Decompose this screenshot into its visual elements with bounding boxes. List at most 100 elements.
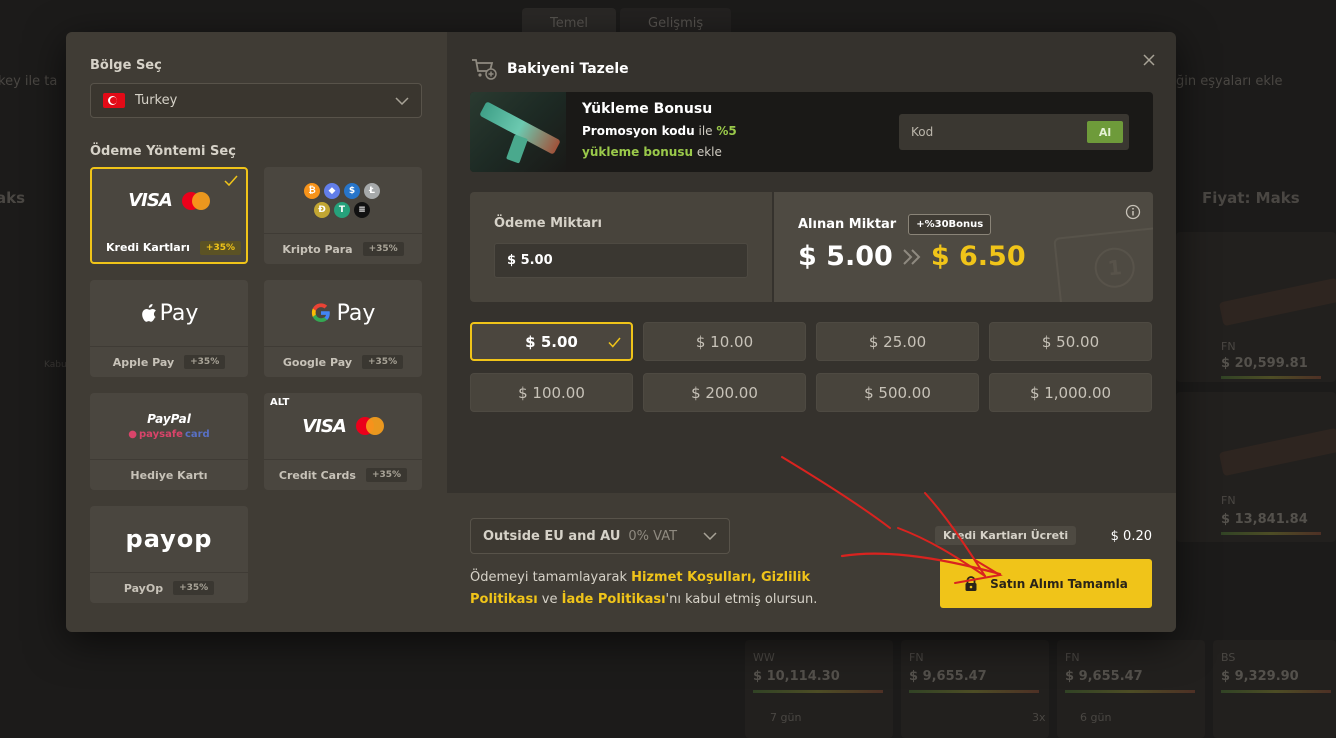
paypal-paysafecard-logo: PayPal ● paysafe card: [90, 393, 248, 459]
method-label: Ödeme Yöntemi Seç: [90, 144, 236, 159]
preset-amount-button[interactable]: $ 50.00: [989, 322, 1152, 361]
crypto-logos: ₿ ◆ $ Ł Ð T ≡: [264, 167, 422, 233]
wear-bar: [1221, 532, 1321, 535]
usdc-icon: $: [344, 182, 360, 199]
preset-amount-label: $ 100.00: [518, 383, 585, 402]
info-icon[interactable]: [1125, 204, 1141, 220]
method-name: PayOp: [123, 581, 164, 595]
method-credit-cards[interactable]: VISA Kredi Kartları +35%: [90, 167, 248, 264]
paysafe-text: paysafe: [139, 429, 183, 440]
fee-value: $ 0.20: [1110, 529, 1152, 544]
tether-icon: T: [334, 201, 350, 218]
item-price: $ 9,329.90: [1221, 669, 1299, 684]
paysafecard-logo: ● paysafe card: [128, 429, 210, 440]
preset-amount-label: $ 1,000.00: [1029, 383, 1112, 402]
ethereum-icon: ◆: [324, 182, 340, 199]
promo-code-box: Al: [899, 114, 1129, 150]
method-google-pay[interactable]: Pay Google Pay +35%: [264, 280, 422, 377]
vat-region-select[interactable]: Outside EU and AU 0% VAT: [470, 518, 730, 554]
promo-code-text: Promosyon kodu: [582, 124, 695, 138]
apply-code-button[interactable]: Al: [1087, 121, 1123, 143]
preset-amount-button[interactable]: $ 200.00: [643, 373, 806, 412]
item-wear: FN: [1221, 494, 1236, 507]
amount-from: $ 5.00: [798, 241, 893, 272]
visa-mastercard-logo: VISA: [264, 393, 422, 459]
purchase-label: Satın Alımı Tamamla: [990, 576, 1128, 591]
bonus-badge: +35%: [173, 581, 215, 595]
item-wear: FN: [1065, 651, 1080, 664]
bonus-badge: +35%: [199, 240, 241, 255]
method-name: Apple Pay: [112, 355, 175, 369]
terms-and: ve: [537, 592, 562, 607]
background-sort-left: aks: [0, 189, 26, 207]
money-bill-icon: [1053, 226, 1153, 302]
method-gift-card[interactable]: PayPal ● paysafe card Hediye Kartı: [90, 393, 248, 490]
wear-bar: [1221, 376, 1321, 379]
received-amount-box: Alınan Miktar +%30Bonus $ 5.00 $ 6.50: [774, 192, 1153, 302]
solana-icon: ≡: [354, 201, 370, 218]
visa-logo: VISA: [128, 190, 173, 212]
item-wear: FN: [1221, 340, 1236, 353]
preset-amount-button[interactable]: $ 10.00: [643, 322, 806, 361]
item-wear: FN: [909, 651, 924, 664]
preset-amount-label: $ 10.00: [695, 332, 754, 351]
modal-header: Bakiyeni Tazele: [471, 58, 629, 80]
google-pay-logo: Pay: [264, 280, 422, 346]
preset-amount-button[interactable]: $ 1,000.00: [989, 373, 1152, 412]
complete-purchase-button[interactable]: Satın Alımı Tamamla: [940, 559, 1152, 608]
item-price: $ 9,655.47: [909, 669, 987, 684]
litecoin-icon: Ł: [364, 182, 380, 199]
background-left-text: key ile ta: [0, 74, 58, 89]
method-alt-credit-cards[interactable]: ALT VISA Credit Cards +35%: [264, 393, 422, 490]
item-price: $ 20,599.81: [1221, 356, 1308, 371]
wear-bar: [753, 690, 883, 693]
preset-amount-button[interactable]: $ 25.00: [816, 322, 979, 361]
wear-bar: [909, 690, 1039, 693]
item-price: $ 13,841.84: [1221, 512, 1308, 527]
modal-title: Bakiyeni Tazele: [507, 61, 629, 77]
refund-policy-link[interactable]: İade Politikası: [562, 592, 666, 607]
wear-bar: [1221, 690, 1331, 693]
preset-amount-button[interactable]: $ 500.00: [816, 373, 979, 412]
payment-method-panel: Bölge Seç Turkey Ödeme Yöntemi Seç VISA …: [66, 32, 447, 632]
region-label: Bölge Seç: [90, 58, 162, 73]
preset-amount-button[interactable]: $ 100.00: [470, 373, 633, 412]
turkey-flag-icon: [103, 93, 125, 108]
bitcoin-icon: ₿: [304, 182, 320, 199]
promo-code-input[interactable]: [911, 125, 1087, 139]
apple-pay-logo: Pay: [90, 280, 248, 346]
item-price: $ 9,655.47: [1065, 669, 1143, 684]
promo-bonus-text: yükleme bonusu: [582, 145, 694, 159]
cart-add-icon: [472, 59, 497, 80]
preset-amount-label: $ 200.00: [691, 383, 758, 402]
method-apple-pay[interactable]: Pay Apple Pay +35%: [90, 280, 248, 377]
background-sort-price[interactable]: Fiyat: Maks: [1202, 189, 1300, 207]
payment-amount-input[interactable]: [494, 243, 748, 278]
preset-amount-label: $ 5.00: [525, 332, 578, 351]
checkout-footer: Outside EU and AU 0% VAT Kredi Kartları …: [447, 493, 1176, 632]
method-crypto[interactable]: ₿ ◆ $ Ł Ð T ≡ Kripto Para +35%: [264, 167, 422, 264]
method-name: Kredi Kartları: [106, 241, 190, 255]
received-label: Alınan Miktar: [798, 217, 897, 232]
bonus-badge: +35%: [365, 468, 408, 482]
refill-panel: Bakiyeni Tazele Yükleme Bonusu Promosyon…: [447, 32, 1176, 632]
method-name: Kripto Para: [282, 242, 353, 256]
wear-bar: [1065, 690, 1195, 693]
check-icon: [608, 337, 621, 348]
region-select[interactable]: Turkey: [90, 83, 422, 118]
chevron-down-icon: [395, 96, 409, 105]
mastercard-icon: [181, 191, 210, 210]
card-text: card: [184, 429, 210, 440]
visa-mastercard-logo: VISA: [92, 169, 246, 232]
visa-logo: VISA: [302, 415, 347, 437]
vat-region: Outside EU and AU: [483, 528, 621, 544]
background-label: Kabu: [44, 360, 67, 370]
payment-amount-label: Ödeme Miktarı: [494, 216, 602, 231]
close-icon[interactable]: [1142, 53, 1156, 67]
method-payop[interactable]: payop PayOp +35%: [90, 506, 248, 603]
preset-amount-label: $ 50.00: [1041, 332, 1100, 351]
method-name: Google Pay: [282, 355, 352, 369]
preset-amount-label: $ 500.00: [864, 383, 931, 402]
preset-amount-button[interactable]: $ 5.00: [470, 322, 633, 361]
paypal-logo: PayPal: [147, 412, 191, 426]
